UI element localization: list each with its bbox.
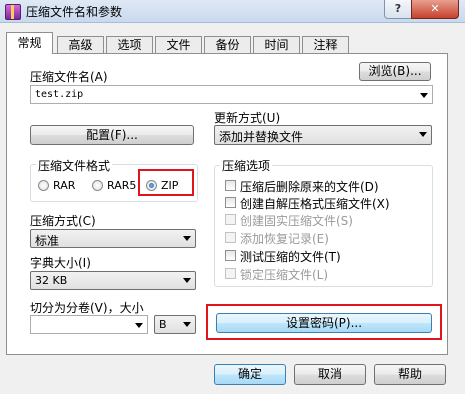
title-help-button[interactable]: ?: [384, 0, 412, 19]
dictionary-size-arrow-icon: [183, 278, 191, 283]
lock-archive-label: 锁定压缩文件(L): [240, 268, 329, 282]
test-archived-files-box: [225, 250, 236, 261]
add-recovery-record-label: 添加恢复记录(E): [240, 232, 329, 246]
help-button[interactable]: 帮助: [374, 364, 446, 385]
cancel-button[interactable]: 取消: [294, 364, 366, 385]
profiles-button[interactable]: 配置(F)...: [30, 125, 194, 145]
radio-rar5-dot: [92, 180, 103, 191]
dictionary-size-value: 32 KB: [35, 274, 68, 287]
compression-method-label: 压缩方式(C): [30, 214, 96, 228]
tab-backup[interactable]: 备份: [204, 36, 251, 53]
add-recovery-record-checkbox[interactable]: 添加恢复记录(E): [225, 230, 425, 246]
zip-highlight-box: [138, 169, 194, 196]
lock-archive-checkbox[interactable]: 锁定压缩文件(L): [225, 266, 425, 282]
tab-time[interactable]: 时间: [253, 36, 300, 53]
set-password-highlight-box: [206, 304, 442, 340]
winrar-app-icon: [5, 4, 21, 20]
split-volumes-dropdown-arrow-icon[interactable]: [135, 323, 143, 328]
archive-format-label: 压缩文件格式: [36, 157, 113, 174]
split-unit-select[interactable]: B: [154, 315, 196, 334]
tab-general[interactable]: 常规: [6, 32, 53, 54]
radio-rar-dot: [38, 180, 49, 191]
update-mode-select[interactable]: 添加并替换文件: [214, 125, 432, 145]
compression-method-arrow-icon: [183, 236, 191, 241]
add-recovery-record-box: [225, 232, 236, 243]
archiving-options-label: 压缩选项: [220, 157, 273, 174]
lock-archive-box: [225, 268, 236, 279]
archive-name-dropdown-arrow-icon[interactable]: [420, 93, 428, 98]
split-unit-arrow-icon: [183, 322, 191, 327]
create-sfx-box: [225, 197, 236, 208]
create-solid-checkbox[interactable]: 创建固实压缩文件(S): [225, 212, 425, 228]
compression-method-select[interactable]: 标准: [30, 229, 196, 248]
tab-comment[interactable]: 注释: [302, 36, 349, 53]
ok-button[interactable]: 确定: [214, 364, 286, 385]
archive-name-field[interactable]: test.zip: [30, 85, 433, 104]
dictionary-size-label: 字典大小(I): [30, 256, 91, 270]
split-unit-value: B: [159, 318, 167, 331]
radio-rar5-label: RAR5: [107, 179, 137, 192]
window-title: 压缩文件名和参数: [26, 5, 123, 19]
test-archived-files-label: 测试压缩的文件(T): [240, 250, 341, 264]
tab-options[interactable]: 选项: [106, 36, 153, 53]
archive-name-value: test.zip: [35, 89, 84, 100]
test-archived-files-checkbox[interactable]: 测试压缩的文件(T): [225, 248, 425, 264]
compression-method-value: 标准: [35, 234, 60, 248]
split-volumes-input[interactable]: [30, 315, 148, 334]
radio-rar[interactable]: RAR: [38, 179, 78, 193]
update-mode-label: 更新方式(U): [214, 111, 281, 125]
radio-rar5[interactable]: RAR5: [92, 179, 138, 193]
tab-files[interactable]: 文件: [155, 36, 202, 53]
delete-after-archiving-label: 压缩后删除原来的文件(D): [240, 180, 379, 194]
update-mode-arrow-icon: [419, 132, 427, 137]
title-bar: 压缩文件名和参数 ? ✕: [0, 0, 465, 23]
radio-rar-label: RAR: [53, 179, 76, 192]
create-sfx-checkbox[interactable]: 创建自解压格式压缩文件(X): [225, 195, 425, 211]
split-volumes-label: 切分为分卷(V)，大小: [30, 301, 144, 315]
dictionary-size-select[interactable]: 32 KB: [30, 271, 196, 290]
delete-after-archiving-box: [225, 180, 236, 191]
archive-name-label: 压缩文件名(A): [30, 70, 108, 84]
tab-advanced[interactable]: 高级: [57, 36, 104, 53]
create-solid-label: 创建固实压缩文件(S): [240, 214, 353, 228]
delete-after-archiving-checkbox[interactable]: 压缩后删除原来的文件(D): [225, 178, 425, 194]
browse-button[interactable]: 浏览(B)...: [359, 62, 431, 81]
update-mode-value: 添加并替换文件: [219, 130, 304, 144]
close-button[interactable]: ✕: [411, 0, 459, 19]
create-sfx-label: 创建自解压格式压缩文件(X): [240, 197, 390, 211]
create-solid-box: [225, 214, 236, 225]
